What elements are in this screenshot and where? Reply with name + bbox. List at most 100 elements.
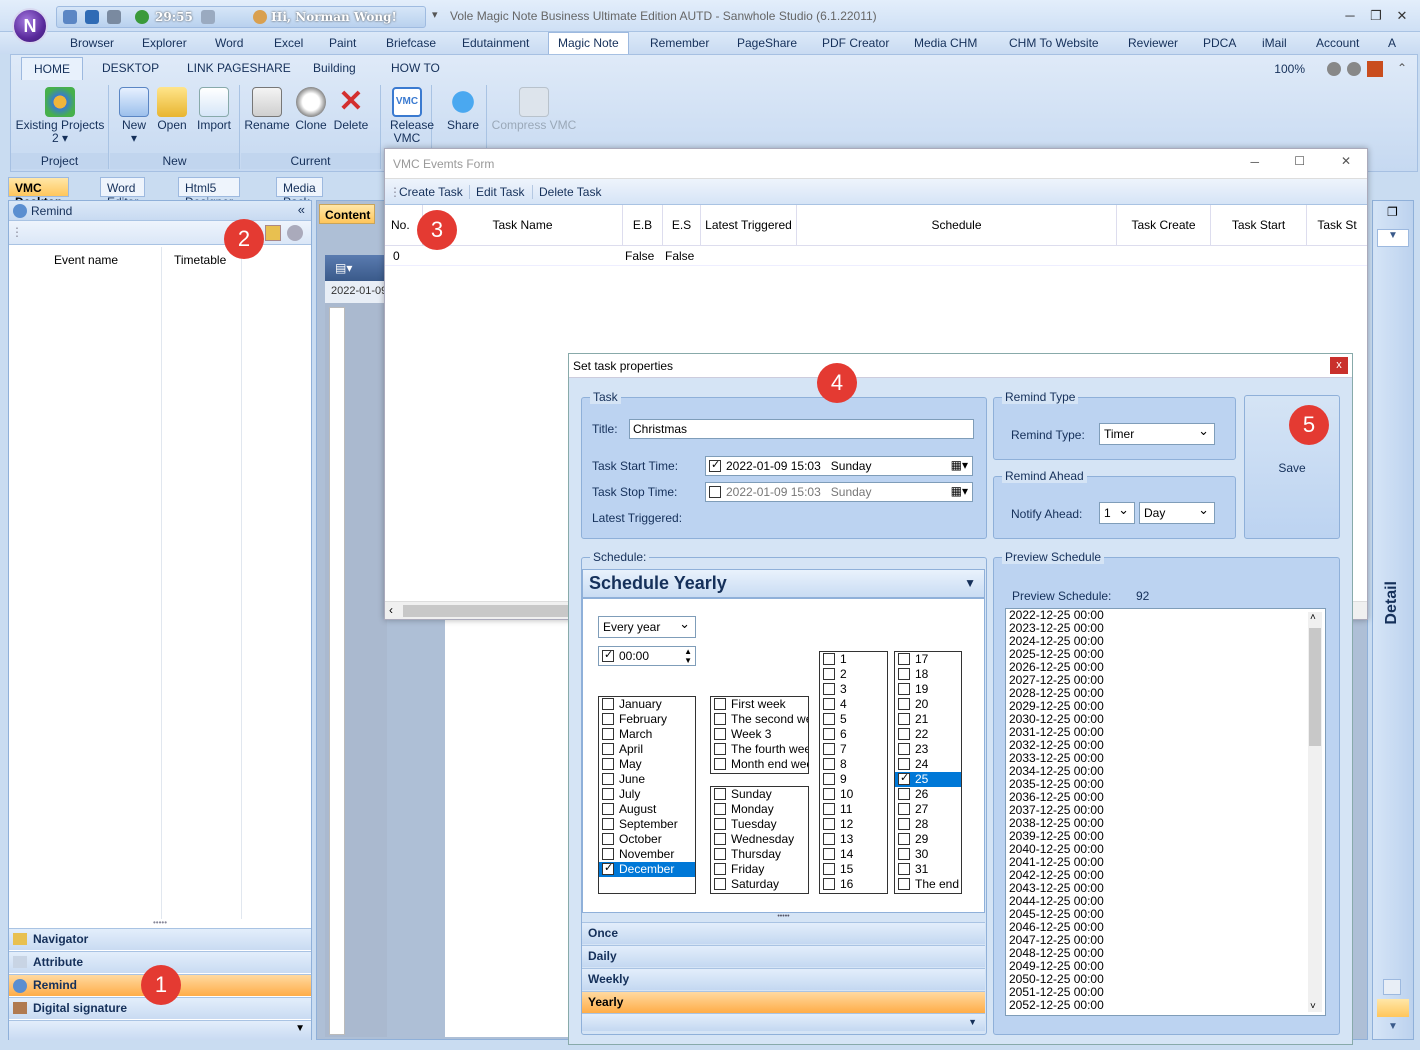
menu-magic-note[interactable]: Magic Note bbox=[548, 32, 629, 56]
time-checkbox[interactable] bbox=[602, 648, 614, 662]
list-item[interactable]: 20 bbox=[895, 697, 961, 712]
list-item[interactable]: May bbox=[599, 757, 695, 772]
item-checkbox[interactable] bbox=[823, 653, 835, 665]
notify-ahead-unit[interactable]: Day bbox=[1139, 502, 1215, 524]
task-stop-checkbox[interactable] bbox=[709, 486, 721, 498]
list-item[interactable]: Tuesday bbox=[711, 817, 808, 832]
list-item[interactable]: Sunday bbox=[711, 787, 808, 802]
share-button[interactable]: Share bbox=[441, 85, 485, 132]
float-panel-icon[interactable]: ❐ bbox=[1387, 205, 1398, 219]
dialog-close-icon[interactable]: x bbox=[1330, 357, 1348, 374]
minimize-icon[interactable]: ─ bbox=[1340, 8, 1360, 24]
item-checkbox[interactable] bbox=[823, 758, 835, 770]
item-checkbox[interactable] bbox=[898, 743, 910, 755]
compress-vmc-button[interactable]: Compress VMC bbox=[491, 85, 577, 132]
list-item[interactable]: The fourth week bbox=[711, 742, 808, 757]
back-icon[interactable] bbox=[1327, 62, 1341, 76]
list-item[interactable]: October bbox=[599, 832, 695, 847]
list-item[interactable]: 15 bbox=[820, 862, 887, 877]
form-close-icon[interactable]: ✕ bbox=[1341, 154, 1351, 168]
list-item[interactable]: 13 bbox=[820, 832, 887, 847]
calendar-icon[interactable]: ▦▾ bbox=[951, 458, 968, 472]
menu-edutainment[interactable]: Edutainment bbox=[462, 36, 529, 50]
list-item[interactable]: Saturday bbox=[711, 877, 808, 892]
list-item[interactable]: Week 3 bbox=[711, 727, 808, 742]
item-checkbox[interactable] bbox=[714, 743, 726, 755]
app-logo[interactable]: N bbox=[12, 8, 48, 44]
ribbon-tab-building[interactable]: Building bbox=[313, 61, 356, 75]
powerpoint-icon[interactable] bbox=[1367, 61, 1383, 77]
detail-tab[interactable]: Detail bbox=[1383, 581, 1401, 625]
menu-briefcase[interactable]: Briefcase bbox=[386, 36, 436, 50]
schedule-menu-icon[interactable]: ▼ bbox=[964, 576, 976, 590]
import-button[interactable]: Import bbox=[194, 85, 234, 132]
detail-dropdown-icon[interactable]: ▼ bbox=[1377, 229, 1409, 247]
col-es[interactable]: E.S bbox=[663, 205, 701, 245]
list-item[interactable]: Friday bbox=[711, 862, 808, 877]
mode-once[interactable]: Once bbox=[582, 922, 985, 944]
list-item[interactable]: 8 bbox=[820, 757, 887, 772]
item-checkbox[interactable] bbox=[602, 713, 614, 725]
list-item[interactable]: 24 bbox=[895, 757, 961, 772]
ribbon-tab-home[interactable]: HOME bbox=[21, 57, 83, 80]
list-item[interactable]: September bbox=[599, 817, 695, 832]
list-item[interactable]: 6 bbox=[820, 727, 887, 742]
menu-paint[interactable]: Paint bbox=[329, 36, 356, 50]
schedule-splitter[interactable]: ••••• bbox=[582, 913, 985, 922]
item-checkbox[interactable] bbox=[714, 818, 726, 830]
item-checkbox[interactable] bbox=[823, 818, 835, 830]
item-checkbox[interactable] bbox=[898, 728, 910, 740]
list-item[interactable]: 17 bbox=[895, 652, 961, 667]
item-checkbox[interactable] bbox=[714, 878, 726, 890]
item-checkbox[interactable] bbox=[602, 861, 614, 876]
list-item[interactable]: 18 bbox=[895, 667, 961, 682]
list-item[interactable]: 1 bbox=[820, 652, 887, 667]
item-checkbox[interactable] bbox=[823, 863, 835, 875]
existing-projects-button[interactable]: Existing Projects 2 ▾ bbox=[15, 85, 105, 145]
item-checkbox[interactable] bbox=[714, 788, 726, 800]
list-item[interactable]: June bbox=[599, 772, 695, 787]
col-event-name[interactable]: Event name bbox=[54, 253, 118, 267]
list-item[interactable]: 16 bbox=[820, 877, 887, 892]
clone-button[interactable]: Clone bbox=[291, 85, 331, 132]
release-vmc-button[interactable]: VMC Release VMC bbox=[384, 85, 434, 145]
form-minimize-icon[interactable]: ─ bbox=[1250, 155, 1259, 169]
list-item[interactable]: January bbox=[599, 697, 695, 712]
item-checkbox[interactable] bbox=[602, 728, 614, 740]
list-item[interactable]: 30 bbox=[895, 847, 961, 862]
item-checkbox[interactable] bbox=[714, 803, 726, 815]
menu-pageshare[interactable]: PageShare bbox=[737, 36, 797, 50]
forward-icon[interactable] bbox=[1347, 62, 1361, 76]
menu-media-chm[interactable]: Media CHM bbox=[914, 36, 977, 50]
list-item[interactable]: 26 bbox=[895, 787, 961, 802]
clock-icon[interactable] bbox=[135, 10, 149, 24]
menu-remember[interactable]: Remember bbox=[650, 36, 709, 50]
list-item[interactable]: 19 bbox=[895, 682, 961, 697]
close-icon[interactable]: ✕ bbox=[1392, 8, 1412, 24]
menu-icon[interactable]: ▤▾ bbox=[335, 261, 352, 275]
list-item[interactable]: 23 bbox=[895, 742, 961, 757]
badge-64-icon[interactable] bbox=[85, 10, 99, 24]
weeks-list[interactable]: First weekThe second weeWeek 3The fourth… bbox=[710, 696, 809, 774]
list-item[interactable]: 25 bbox=[895, 771, 961, 787]
maximize-icon[interactable]: ❐ bbox=[1366, 8, 1386, 24]
col-eb[interactable]: E.B bbox=[623, 205, 663, 245]
list-item[interactable]: 10 bbox=[820, 787, 887, 802]
menu-pdca[interactable]: PDCA bbox=[1203, 36, 1236, 50]
item-checkbox[interactable] bbox=[898, 771, 910, 786]
menu-explorer[interactable]: Explorer bbox=[142, 36, 187, 50]
item-checkbox[interactable] bbox=[714, 758, 726, 770]
item-checkbox[interactable] bbox=[602, 788, 614, 800]
item-checkbox[interactable] bbox=[898, 833, 910, 845]
open-button[interactable]: Open bbox=[154, 85, 190, 132]
task-start-checkbox[interactable] bbox=[709, 458, 721, 472]
item-checkbox[interactable] bbox=[602, 818, 614, 830]
list-item[interactable]: The end o bbox=[895, 877, 961, 892]
mode-overflow-icon[interactable]: ▼ bbox=[968, 1017, 977, 1027]
item-checkbox[interactable] bbox=[898, 668, 910, 680]
item-checkbox[interactable] bbox=[823, 728, 835, 740]
item-checkbox[interactable] bbox=[898, 713, 910, 725]
bell-icon[interactable] bbox=[107, 10, 121, 24]
task-stop-picker[interactable]: 2022-01-09 15:03 Sunday ▦▾ bbox=[705, 482, 973, 502]
item-checkbox[interactable] bbox=[823, 743, 835, 755]
